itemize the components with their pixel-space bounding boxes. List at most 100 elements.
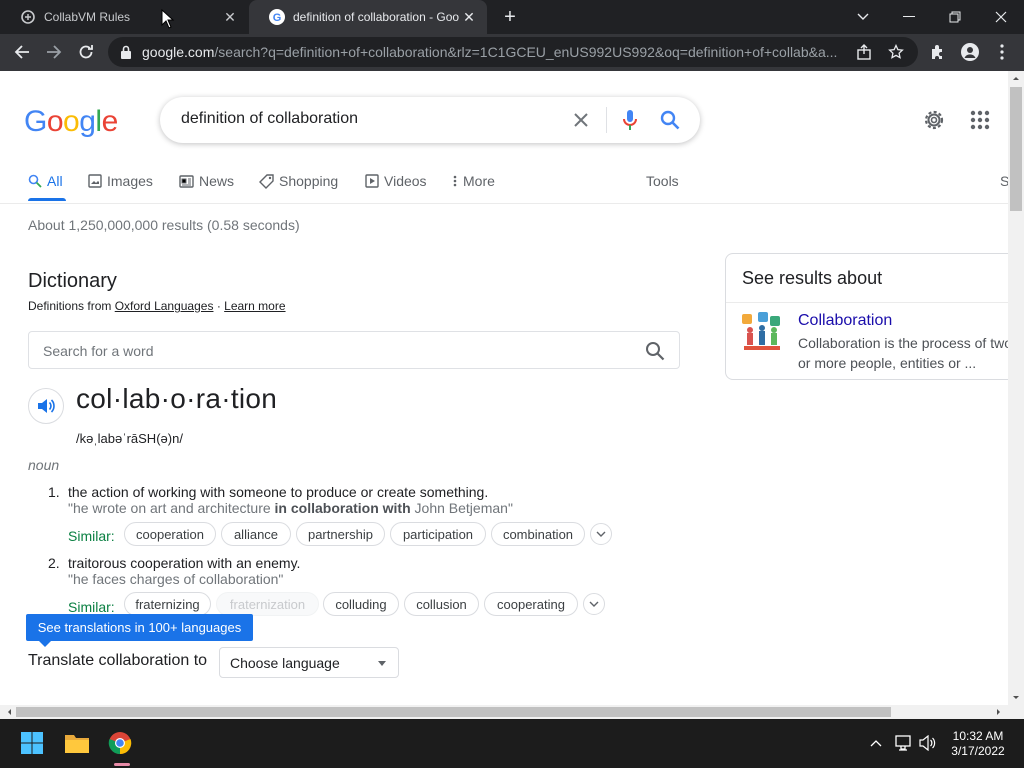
- video-play-icon: [365, 174, 379, 188]
- synonym-chip[interactable]: partnership: [296, 522, 385, 546]
- expand-synonyms-chevron-icon[interactable]: [590, 523, 612, 545]
- word-search-input[interactable]: Search for a word: [28, 331, 680, 369]
- tab-search-chevron-icon[interactable]: [840, 0, 886, 34]
- similar-label: Similar:: [68, 528, 115, 544]
- similar-label: Similar:: [68, 599, 115, 615]
- tab-videos-label: Videos: [384, 173, 427, 189]
- search-magnifier-icon[interactable]: [658, 108, 682, 132]
- chrome-menu-button[interactable]: [988, 38, 1016, 66]
- restore-button[interactable]: [932, 0, 978, 34]
- synonym-chip[interactable]: fraternizing: [124, 592, 211, 616]
- horizontal-scroll-thumb[interactable]: [16, 707, 891, 717]
- back-arrow-icon: [14, 45, 29, 59]
- word-search-icon[interactable]: [645, 341, 665, 361]
- sense-number: 1.: [48, 484, 60, 500]
- tab-images-label: Images: [107, 173, 153, 189]
- source-prefix: Definitions from: [28, 299, 112, 313]
- synonym-chip[interactable]: cooperation: [124, 522, 216, 546]
- collaboration-thumbnail-image[interactable]: [742, 312, 782, 352]
- profile-button[interactable]: [956, 38, 984, 66]
- search-box[interactable]: definition of collaboration: [160, 97, 700, 143]
- extensions-button[interactable]: [924, 38, 952, 66]
- tools-button[interactable]: Tools: [646, 171, 679, 191]
- synonym-chip[interactable]: combination: [491, 522, 585, 546]
- tab-google-search[interactable]: G definition of collaboration - Goo ✕: [249, 0, 487, 34]
- google-apps-grid-icon[interactable]: [970, 110, 990, 130]
- search-query[interactable]: definition of collaboration: [181, 110, 358, 128]
- tab-more[interactable]: More: [452, 171, 495, 191]
- tab-videos[interactable]: Videos: [365, 171, 427, 191]
- tab-all[interactable]: All: [28, 171, 63, 191]
- synonym-chip[interactable]: cooperating: [484, 592, 578, 616]
- tab-title: CollabVM Rules: [44, 10, 131, 24]
- headword: col·lab·o·ra·tion: [76, 383, 278, 414]
- panel-title: See results about: [742, 268, 883, 288]
- sense-definition: the action of working with someone to pr…: [68, 484, 489, 500]
- windows-taskbar: 10:32 AM 3/17/2022: [0, 719, 1024, 768]
- forward-button[interactable]: [40, 38, 68, 66]
- voice-search-mic-icon[interactable]: [618, 108, 642, 132]
- search-results-page: Google definition of collaboration All I…: [0, 71, 1008, 705]
- active-app-indicator: [114, 763, 130, 766]
- clock-date: 3/17/2022: [951, 744, 1005, 758]
- address-bar[interactable]: google.com/search?q=definition+of+collab…: [108, 37, 918, 67]
- browser-tab-strip: CollabVM Rules ✕ G definition of collabo…: [0, 0, 1024, 34]
- close-tab-icon[interactable]: ✕: [461, 9, 477, 25]
- dictionary-title: Dictionary: [28, 270, 117, 292]
- oxford-languages-link[interactable]: Oxford Languages: [115, 299, 214, 313]
- synonym-chip[interactable]: colluding: [323, 592, 399, 616]
- tab-shopping[interactable]: Shopping: [259, 171, 338, 191]
- synonym-chip[interactable]: fraternization: [216, 592, 319, 616]
- tab-news-label: News: [199, 173, 235, 189]
- more-dots-icon: [453, 175, 457, 187]
- svg-text:G: G: [273, 12, 282, 24]
- synonym-chip[interactable]: alliance: [221, 522, 291, 546]
- result-stats: About 1,250,000,000 results (0.58 second…: [28, 217, 300, 233]
- reload-icon: [79, 45, 93, 59]
- bookmark-star-icon[interactable]: [888, 44, 904, 60]
- share-icon[interactable]: [856, 44, 872, 60]
- dictionary-source: Definitions from Oxford Languages · Lear…: [28, 299, 286, 313]
- tabs-divider: [0, 203, 1008, 204]
- mouse-cursor-icon: [161, 9, 175, 29]
- example-text: John Betjeman": [410, 500, 513, 516]
- vertical-scroll-thumb[interactable]: [1010, 87, 1022, 211]
- word-search-placeholder: Search for a word: [43, 343, 154, 359]
- vertical-scrollbar[interactable]: [1008, 71, 1024, 705]
- scroll-down-arrow-icon[interactable]: [1008, 691, 1024, 705]
- expand-synonyms-chevron-icon[interactable]: [583, 593, 605, 615]
- collaboration-entity-link[interactable]: Collaboration: [798, 312, 892, 330]
- settings-gear-icon[interactable]: [922, 108, 946, 132]
- windows-start-icon[interactable]: [16, 727, 48, 759]
- google-logo[interactable]: Google: [24, 105, 118, 139]
- safesearch-partial-button[interactable]: S: [1000, 171, 1008, 191]
- new-tab-button[interactable]: +: [498, 5, 522, 29]
- tab-images[interactable]: Images: [88, 171, 153, 191]
- url-host: google.com: [142, 44, 215, 60]
- tab-news[interactable]: News: [179, 171, 234, 191]
- horizontal-scrollbar[interactable]: [0, 705, 1024, 719]
- choose-language-dropdown[interactable]: Choose language: [219, 647, 399, 678]
- url-text: google.com/search?q=definition+of+collab…: [142, 44, 842, 60]
- scroll-left-arrow-icon[interactable]: [2, 705, 16, 719]
- sense-number: 2.: [48, 555, 60, 571]
- chrome-taskbar-icon[interactable]: [104, 727, 136, 759]
- minimize-button[interactable]: [886, 0, 932, 34]
- close-window-button[interactable]: [978, 0, 1024, 34]
- tab-collabvm-rules[interactable]: CollabVM Rules ✕: [0, 0, 248, 34]
- synonym-chip[interactable]: participation: [390, 522, 486, 546]
- scroll-up-arrow-icon[interactable]: [1008, 71, 1024, 85]
- scroll-right-arrow-icon[interactable]: [992, 705, 1006, 719]
- shopping-tag-icon: [259, 173, 274, 189]
- back-button[interactable]: [8, 38, 36, 66]
- file-explorer-icon[interactable]: [61, 727, 93, 759]
- pronunciation-speaker-button[interactable]: [28, 388, 64, 424]
- translations-tooltip[interactable]: See translations in 100+ languages: [26, 614, 253, 641]
- reload-button[interactable]: [72, 38, 100, 66]
- synonym-chip[interactable]: collusion: [404, 592, 479, 616]
- clear-search-icon[interactable]: [569, 108, 593, 132]
- close-tab-icon[interactable]: ✕: [222, 9, 238, 25]
- learn-more-link[interactable]: Learn more: [224, 299, 285, 313]
- sense-definition: traitorous cooperation with an enemy.: [68, 555, 301, 571]
- taskbar-clock[interactable]: 10:32 AM 3/17/2022: [940, 729, 1016, 759]
